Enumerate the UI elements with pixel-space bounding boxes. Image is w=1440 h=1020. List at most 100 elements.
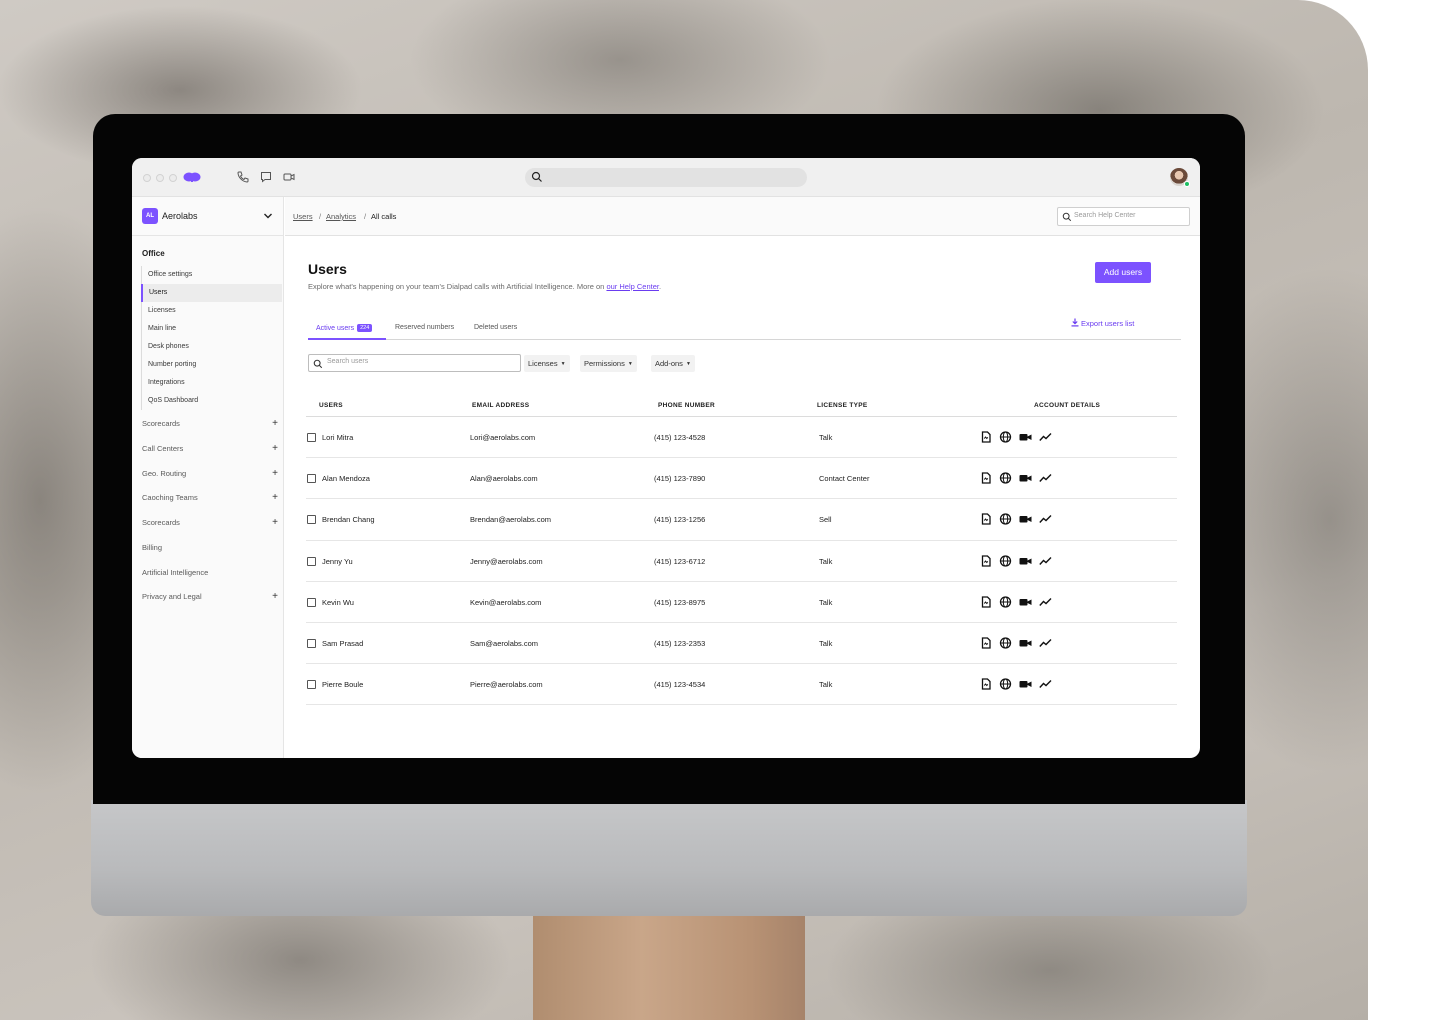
add-ons-dropdown[interactable]: Add-ons ▼ <box>651 355 695 372</box>
document-icon[interactable] <box>980 431 992 443</box>
document-icon[interactable] <box>980 596 992 608</box>
sidebar-item-call-centers[interactable]: Call Centers + <box>142 443 278 458</box>
permissions-dropdown[interactable]: Permissions ▼ <box>580 355 637 372</box>
tab-label: Active users <box>316 325 355 332</box>
sidebar-item-artificial-intelligence[interactable]: Artificial Intelligence <box>142 568 278 582</box>
sidebar-item-licenses[interactable]: Licenses <box>142 302 282 320</box>
dialpad-logo-icon[interactable] <box>183 171 201 183</box>
table-row[interactable]: Brendan Chang Brendan@aerolabs.com (415)… <box>306 499 1177 541</box>
user-email: Alan@aerolabs.com <box>470 474 538 484</box>
row-checkbox[interactable] <box>307 556 316 566</box>
document-icon[interactable] <box>980 554 992 567</box>
sidebar-item-scorecards[interactable]: Scorecards + <box>142 418 278 433</box>
sidebar-item-desk-phones[interactable]: Desk phones <box>142 338 282 356</box>
row-checkbox[interactable] <box>307 515 316 525</box>
video-icon[interactable] <box>1019 431 1032 443</box>
add-users-button[interactable]: Add users <box>1095 262 1151 283</box>
row-checkbox[interactable] <box>307 680 316 690</box>
breadcrumb-analytics[interactable]: Analytics <box>326 212 356 221</box>
table-row[interactable]: Lori Mitra Lori@aerolabs.com (415) 123-4… <box>306 417 1177 459</box>
page-subtitle-end: . <box>658 282 662 291</box>
plus-icon: + <box>272 591 278 602</box>
global-search-input[interactable] <box>525 168 807 187</box>
video-icon[interactable] <box>1019 637 1032 649</box>
user-license-type: Talk <box>819 638 833 648</box>
table-row[interactable]: Sam Prasad Sam@aerolabs.com (415) 123-23… <box>306 623 1177 665</box>
phone-icon[interactable] <box>236 170 250 184</box>
account-details <box>980 431 1052 443</box>
globe-icon[interactable] <box>999 596 1012 608</box>
breadcrumb-users[interactable]: Users <box>293 212 313 221</box>
video-icon[interactable] <box>1019 513 1032 525</box>
user-phone: (415) 123-2353 <box>654 638 706 648</box>
analytics-icon[interactable] <box>1039 431 1052 443</box>
search-icon <box>313 359 323 369</box>
document-icon[interactable] <box>980 678 992 690</box>
globe-icon[interactable] <box>999 472 1012 484</box>
tab-active-users[interactable]: Active users 224 <box>316 324 373 332</box>
table-row[interactable]: Jenny Yu Jenny@aerolabs.com (415) 123-67… <box>306 541 1177 582</box>
sidebar-item-main-line[interactable]: Main line <box>142 320 282 338</box>
analytics-icon[interactable] <box>1039 637 1052 649</box>
document-icon[interactable] <box>980 472 992 484</box>
video-icon[interactable] <box>1019 472 1032 484</box>
user-name: Pierre Boule <box>322 680 364 690</box>
video-icon[interactable] <box>1019 555 1032 567</box>
globe-icon[interactable] <box>999 513 1012 526</box>
help-center-link[interactable]: our Help Center <box>606 282 659 291</box>
analytics-icon[interactable] <box>1039 555 1052 567</box>
window-minimize-button[interactable] <box>156 174 164 182</box>
window-close-button[interactable] <box>143 174 151 182</box>
row-checkbox[interactable] <box>307 433 316 442</box>
user-license-type: Talk <box>819 433 833 442</box>
video-icon[interactable] <box>1019 678 1032 690</box>
row-checkbox[interactable] <box>307 597 316 607</box>
tab-deleted-users[interactable]: Deleted users <box>474 324 517 331</box>
sidebar-item-label: Scorecards <box>142 419 180 428</box>
document-icon[interactable] <box>980 513 992 526</box>
export-users-button[interactable]: Export users list <box>1071 318 1134 328</box>
sidebar-item-privacy-and-legal[interactable]: Privacy and Legal + <box>142 591 278 606</box>
sidebar-item-office-settings[interactable]: Office settings <box>142 266 282 284</box>
analytics-icon[interactable] <box>1039 596 1052 608</box>
column-header-license[interactable]: LICENSE TYPE <box>817 402 868 409</box>
analytics-icon[interactable] <box>1039 513 1052 525</box>
table-row[interactable]: Alan Mendoza Alan@aerolabs.com (415) 123… <box>306 458 1177 500</box>
sidebar-item-qos-dashboard[interactable]: QoS Dashboard <box>142 392 282 410</box>
sidebar-item-integrations[interactable]: Integrations <box>142 374 282 392</box>
tab-reserved-numbers[interactable]: Reserved numbers <box>395 324 454 331</box>
help-center-search-input[interactable]: Search Help Center <box>1057 207 1190 226</box>
globe-icon[interactable] <box>999 637 1012 649</box>
sidebar-item-number-porting[interactable]: Number porting <box>142 356 282 374</box>
sidebar-item-scorecards-2[interactable]: Scorecards + <box>142 517 278 532</box>
chat-icon[interactable] <box>259 170 273 184</box>
column-header-email[interactable]: EMAIL ADDRESS <box>472 402 529 409</box>
sidebar-item-coaching-teams[interactable]: Caoching Teams + <box>142 492 278 507</box>
org-switcher[interactable]: AL Aerolabs <box>132 197 284 236</box>
globe-icon[interactable] <box>999 431 1012 443</box>
table-row[interactable]: Pierre Boule Pierre@aerolabs.com (415) 1… <box>306 664 1177 706</box>
sidebar-item-label: Call Centers <box>142 444 184 453</box>
row-checkbox[interactable] <box>307 638 316 648</box>
user-license-type: Talk <box>819 597 833 607</box>
window-maximize-button[interactable] <box>169 174 177 182</box>
row-checkbox[interactable] <box>307 474 316 484</box>
column-header-users[interactable]: USERS <box>319 402 343 409</box>
sidebar-item-billing[interactable]: Billing <box>142 543 278 557</box>
caret-down-icon: ▼ <box>560 361 566 367</box>
sidebar-item-geo-routing[interactable]: Geo. Routing + <box>142 468 278 483</box>
search-users-input[interactable]: Search users <box>308 354 521 372</box>
column-header-phone[interactable]: PHONE NUMBER <box>658 402 715 409</box>
analytics-icon[interactable] <box>1039 678 1052 690</box>
globe-icon[interactable] <box>999 678 1012 690</box>
video-icon[interactable] <box>1019 596 1032 608</box>
user-email: Lori@aerolabs.com <box>470 433 536 442</box>
dropdown-label: Permissions <box>584 359 625 368</box>
sidebar-item-users[interactable]: Users <box>141 284 282 302</box>
analytics-icon[interactable] <box>1039 472 1052 484</box>
document-icon[interactable] <box>980 637 992 649</box>
video-icon[interactable] <box>282 170 296 184</box>
licenses-dropdown[interactable]: Licenses ▼ <box>524 355 570 372</box>
globe-icon[interactable] <box>999 554 1012 567</box>
table-row[interactable]: Kevin Wu Kevin@aerolabs.com (415) 123-89… <box>306 582 1177 623</box>
